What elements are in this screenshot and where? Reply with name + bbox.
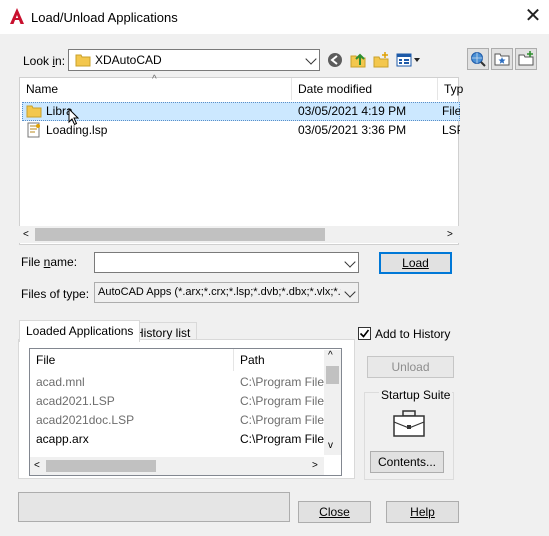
folder-icon bbox=[26, 103, 42, 122]
new-folder-icon[interactable] bbox=[372, 51, 390, 72]
loaded-app-path: C:\Program Files\ bbox=[240, 432, 324, 446]
chevron-down-icon bbox=[305, 53, 317, 65]
folder-star-icon bbox=[494, 51, 510, 70]
contents-button[interactable]: Contents... bbox=[370, 451, 444, 473]
scroll-left-icon[interactable]: < bbox=[34, 460, 40, 471]
up-one-level-icon[interactable] bbox=[349, 51, 367, 72]
tab-loaded-applications[interactable]: Loaded Applications bbox=[19, 320, 141, 342]
chevron-down-icon bbox=[344, 256, 356, 268]
files-of-type-label: Files of type: bbox=[21, 287, 90, 301]
scroll-right-icon[interactable]: > bbox=[312, 460, 318, 471]
scroll-right-icon[interactable]: > bbox=[447, 229, 453, 240]
file-type-cell: File bbox=[442, 104, 460, 118]
title-bar: Load/Unload Applications ✕ bbox=[0, 0, 549, 34]
file-date-cell: 03/05/2021 3:36 PM bbox=[298, 123, 407, 137]
loaded-app-row[interactable]: acad.mnl C:\Program Files\ bbox=[30, 373, 324, 392]
briefcase-icon bbox=[392, 410, 426, 441]
scrollbar-thumb[interactable] bbox=[46, 460, 156, 472]
status-field bbox=[18, 492, 290, 522]
loaded-app-row[interactable]: acad2021.LSP C:\Program Files\ bbox=[30, 392, 324, 411]
loaded-app-file: acapp.arx bbox=[36, 432, 89, 446]
file-date-cell: 03/05/2021 4:19 PM bbox=[298, 104, 407, 118]
column-header-type[interactable]: Typ bbox=[438, 78, 463, 100]
loaded-applications-list[interactable]: File Path acad.mnl C:\Program Files\ aca… bbox=[29, 348, 342, 476]
file-list[interactable]: Name ^ Date modified Typ Libra 03/05/202… bbox=[19, 74, 463, 245]
loaded-app-path: C:\Program Files\ bbox=[240, 394, 324, 408]
column-header-path[interactable]: Path bbox=[234, 349, 324, 371]
look-in-value: XDAutoCAD bbox=[95, 53, 162, 67]
file-list-horizontal-scrollbar[interactable]: < > bbox=[19, 226, 459, 243]
loaded-list-horizontal-scrollbar[interactable]: < > bbox=[30, 457, 324, 475]
help-button[interactable]: Help bbox=[386, 501, 459, 523]
loaded-list-vertical-scrollbar[interactable]: ^ v bbox=[324, 350, 341, 455]
file-row-libra[interactable]: Libra 03/05/2021 4:19 PM File bbox=[20, 102, 460, 121]
scroll-down-icon[interactable]: v bbox=[328, 440, 333, 451]
sort-ascending-icon: ^ bbox=[152, 74, 157, 85]
file-row-loading-lsp[interactable]: Loading.lsp 03/05/2021 3:36 PM LSP bbox=[20, 121, 460, 140]
add-to-history-label: Add to History bbox=[375, 327, 451, 341]
loaded-app-file: acad.mnl bbox=[36, 375, 85, 389]
look-in-label: Look in: bbox=[23, 54, 66, 68]
scrollbar-thumb[interactable] bbox=[35, 228, 325, 241]
lsp-file-icon bbox=[26, 122, 42, 141]
column-header-date-modified[interactable]: Date modified bbox=[292, 78, 438, 100]
startup-suite-label: Startup Suite bbox=[379, 388, 453, 402]
file-name-label: File name: bbox=[21, 255, 78, 269]
checkmark-icon bbox=[359, 329, 370, 338]
add-to-history-checkbox[interactable] bbox=[358, 327, 371, 340]
close-button[interactable]: Close bbox=[298, 501, 371, 523]
loaded-app-row[interactable]: acapp.arx C:\Program Files\ bbox=[30, 430, 324, 449]
load-unload-dialog: Load/Unload Applications ✕ Look in: XDAu… bbox=[0, 0, 549, 536]
chevron-down-icon bbox=[344, 286, 356, 298]
loaded-app-path: C:\Program Files\ bbox=[240, 375, 324, 389]
files-of-type-value: AutoCAD Apps (*.arx;*.crx;*.lsp;*.dvb;*.… bbox=[98, 286, 341, 298]
view-menu-icon[interactable] bbox=[396, 52, 422, 71]
file-name-input[interactable] bbox=[94, 252, 359, 273]
file-type-cell: LSP bbox=[442, 123, 460, 137]
files-of-type-dropdown[interactable]: AutoCAD Apps (*.arx;*.crx;*.lsp;*.dvb;*.… bbox=[94, 282, 359, 303]
loaded-app-file: acad2021.LSP bbox=[36, 394, 115, 408]
mouse-pointer-icon bbox=[68, 107, 80, 129]
loaded-app-file: acad2021doc.LSP bbox=[36, 413, 135, 427]
web-search-button[interactable] bbox=[467, 48, 489, 70]
add-folder-to-favorites-button[interactable] bbox=[515, 48, 537, 70]
globe-search-icon bbox=[470, 51, 486, 70]
scroll-left-icon[interactable]: < bbox=[23, 229, 29, 240]
close-window-button[interactable]: ✕ bbox=[522, 6, 544, 28]
column-header-file[interactable]: File bbox=[30, 349, 234, 371]
look-in-dropdown[interactable]: XDAutoCAD bbox=[68, 49, 320, 71]
add-to-favorites-button[interactable] bbox=[491, 48, 513, 70]
folder-add-icon bbox=[518, 51, 534, 70]
window-title: Load/Unload Applications bbox=[31, 10, 178, 25]
unload-button[interactable]: Unload bbox=[367, 356, 454, 378]
loaded-app-row[interactable]: acad2021doc.LSP C:\Program Files\ bbox=[30, 411, 324, 430]
folder-icon bbox=[75, 52, 91, 71]
back-icon[interactable] bbox=[327, 52, 343, 71]
scroll-up-icon[interactable]: ^ bbox=[328, 350, 333, 361]
loaded-app-path: C:\Program Files\ bbox=[240, 413, 324, 427]
scrollbar-thumb[interactable] bbox=[326, 366, 339, 384]
load-button[interactable]: Load bbox=[379, 252, 452, 274]
autocad-logo-icon bbox=[10, 8, 24, 24]
